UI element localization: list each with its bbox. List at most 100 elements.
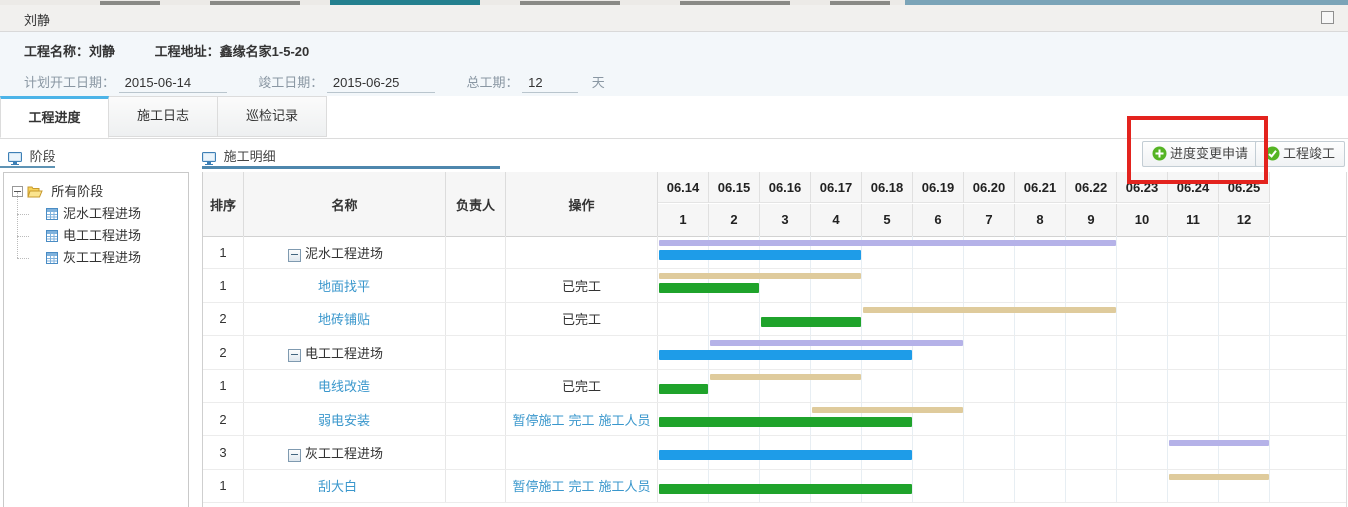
status-text: 已完工 [562, 276, 601, 295]
plus-circle-icon [1152, 146, 1167, 161]
project-info-row1: 工程名称：刘静 工程地址：鑫缘名家1-5-20 [24, 41, 345, 60]
tab-工程进度[interactable]: 工程进度 [0, 96, 109, 138]
group-name-label: 泥水工程进场 [305, 246, 383, 261]
column-header-操作: 操作 [506, 172, 658, 236]
collapse-icon[interactable] [288, 349, 301, 362]
action-link-施工人员[interactable]: 施工人员 [599, 479, 651, 494]
gantt-plan-bar [1169, 474, 1269, 480]
table-row: 2电工工程进场 [203, 336, 1346, 369]
tab-巡检记录[interactable]: 巡检记录 [218, 96, 327, 137]
task-name-link[interactable]: 弱电安装 [244, 410, 370, 429]
duration-unit: 天 [592, 75, 605, 90]
duration-field[interactable]: 12 [522, 75, 578, 93]
gantt-date-header: 06.19 [913, 172, 964, 203]
tree-children: 泥水工程进场电工工程进场灰工工程进场 [4, 203, 188, 269]
gantt-day-header: 5 [862, 204, 913, 236]
table-icon [46, 230, 58, 242]
tab-施工日志[interactable]: 施工日志 [109, 96, 218, 137]
cell-actions: 已完工 [506, 269, 658, 301]
stage-panel-underline [0, 166, 55, 168]
group-name[interactable]: 灰工工程进场 [244, 443, 383, 462]
tree-root-all-stages[interactable]: 所有阶段 [12, 181, 188, 203]
open-folder-icon [27, 186, 43, 198]
detail-panel-underline [202, 166, 500, 169]
gantt-plan-bar [659, 240, 1116, 246]
collapse-icon[interactable] [288, 449, 301, 462]
cell-actions: 暂停施工完工施工人员 [506, 470, 658, 502]
gantt-actual-bar [659, 417, 912, 427]
tree-item-label[interactable]: 泥水工程进场 [63, 206, 141, 221]
table-row: 1刮大白 暂停施工完工施工人员 [203, 470, 1346, 503]
action-link-暂停施工[interactable]: 暂停施工 [512, 413, 564, 428]
action-link-施工人员[interactable]: 施工人员 [599, 413, 651, 428]
table-row: 1地面找平已完工 [203, 269, 1346, 302]
detail-panel-title: 施工明细 [224, 149, 276, 164]
column-header-名称: 名称 [244, 172, 446, 236]
start-date-label: 计划开工日期： [24, 75, 115, 90]
gantt-date-header: 06.24 [1168, 172, 1219, 203]
project-name: 工程名称：刘静 [24, 44, 115, 59]
monitor-icon [8, 152, 22, 165]
dialog-titlebar: 刘静 [0, 5, 1348, 32]
cell-owner [446, 303, 506, 335]
task-name-link[interactable]: 地砖铺贴 [244, 309, 370, 328]
table-row: 1 泥水工程进场 [203, 236, 1346, 269]
cell-order: 2 [203, 403, 244, 435]
gantt-date-header: 06.22 [1066, 172, 1117, 203]
gantt-date-header: 06.21 [1015, 172, 1066, 203]
gantt-day-header: 11 [1168, 204, 1219, 236]
stage-panel-header: 阶段 [8, 146, 56, 166]
cell-order: 1 [203, 236, 244, 268]
action-link-完工[interactable]: 完工 [568, 413, 594, 428]
cell-actions: 已完工 [506, 303, 658, 335]
cell-order: 1 [203, 370, 244, 402]
tree-item-灰工工程进场[interactable]: 灰工工程进场 [4, 247, 188, 269]
group-name[interactable]: 泥水工程进场 [244, 243, 383, 262]
tree-item-label[interactable]: 灰工工程进场 [63, 250, 141, 265]
column-header-负责人: 负责人 [446, 172, 506, 236]
gantt-actual-bar [659, 350, 912, 360]
gantt-day-header: 7 [964, 204, 1015, 236]
cell-name: 电工工程进场 [244, 336, 446, 368]
finish-date-label: 竣工日期： [258, 75, 323, 90]
gantt-plan-bar [863, 307, 1116, 313]
gantt-date-header: 06.25 [1219, 172, 1270, 203]
action-link-暂停施工[interactable]: 暂停施工 [512, 479, 564, 494]
cell-actions: 已完工 [506, 370, 658, 402]
status-text: 已完工 [562, 376, 601, 395]
task-name-link[interactable]: 刮大白 [244, 476, 357, 495]
action-links: 暂停施工完工施工人员 [510, 410, 652, 429]
gantt-date-header: 06.20 [964, 172, 1015, 203]
gantt-day-header: 4 [811, 204, 862, 236]
start-date-field[interactable]: 2015-06-14 [119, 75, 227, 93]
tree-item-电工工程进场[interactable]: 电工工程进场 [4, 225, 188, 247]
project-info-row2: 计划开工日期： 2015-06-14 竣工日期： 2015-06-25 总工期：… [24, 72, 605, 93]
progress-change-request-button[interactable]: 进度变更申请 [1142, 141, 1258, 167]
gantt-day-header: 8 [1015, 204, 1066, 236]
gantt-plan-bar [710, 340, 963, 346]
cell-order: 1 [203, 470, 244, 502]
gantt-date-header: 06.14 [658, 172, 709, 203]
cell-name: 灰工工程进场 [244, 436, 446, 468]
restore-window-icon[interactable] [1321, 11, 1334, 24]
gantt-plan-bar [710, 374, 861, 380]
cell-owner [446, 269, 506, 301]
cell-name: 电线改造 [244, 370, 446, 402]
collapse-icon[interactable] [288, 249, 301, 262]
group-name-label: 电工工程进场 [305, 346, 383, 361]
duration-label: 总工期： [467, 75, 519, 90]
cell-order: 2 [203, 303, 244, 335]
tree-item-label[interactable]: 电工工程进场 [63, 228, 141, 243]
check-circle-icon [1265, 146, 1280, 161]
cell-owner [446, 470, 506, 502]
group-name[interactable]: 电工工程进场 [244, 343, 383, 362]
tree-root-label[interactable]: 所有阶段 [51, 184, 103, 199]
action-link-完工[interactable]: 完工 [568, 479, 594, 494]
tree-item-泥水工程进场[interactable]: 泥水工程进场 [4, 203, 188, 225]
project-completion-button[interactable]: 工程竣工 [1255, 141, 1345, 167]
finish-date-field[interactable]: 2015-06-25 [327, 75, 435, 93]
task-name-link[interactable]: 电线改造 [244, 376, 370, 395]
task-name-link[interactable]: 地面找平 [244, 276, 370, 295]
gantt-actual-bar [761, 317, 861, 327]
cell-owner [446, 436, 506, 468]
